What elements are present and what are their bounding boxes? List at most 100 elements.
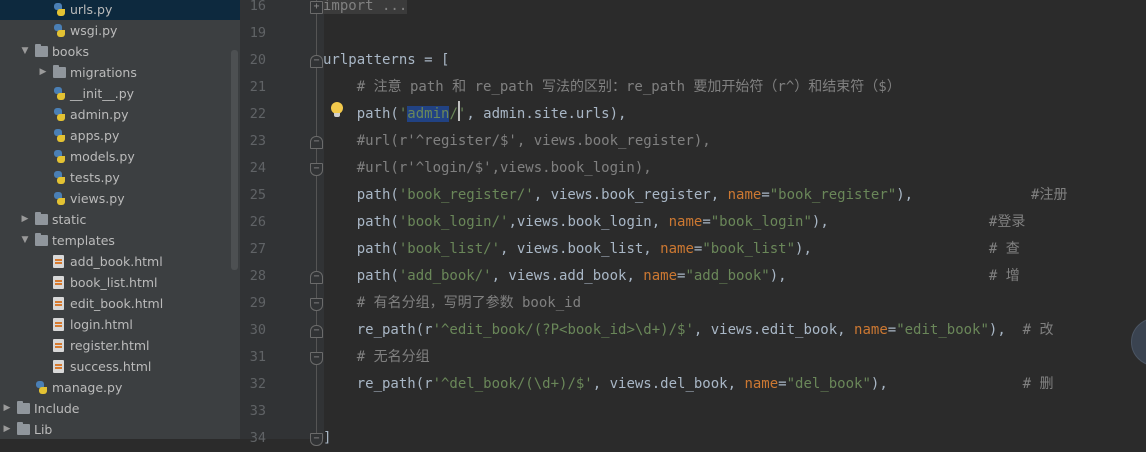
- folder-icon: [35, 212, 48, 225]
- tree-item-models-py[interactable]: models.py: [0, 146, 240, 167]
- code-token-plain: re_path(r: [323, 322, 433, 338]
- code-line[interactable]: path('book_register/', views.book_regist…: [323, 182, 1068, 209]
- floating-assistant-button[interactable]: [1131, 318, 1146, 366]
- line-number: 25: [249, 187, 266, 203]
- html-file-icon: [53, 255, 64, 268]
- code-token-str: "add_book": [685, 268, 770, 284]
- code-line[interactable]: import ...: [323, 0, 408, 20]
- code-token-comment: # 查: [988, 241, 1020, 257]
- tree-item-success-html[interactable]: success.html: [0, 356, 240, 377]
- code-token-kw: name: [744, 376, 779, 392]
- chevron-down-icon[interactable]: ▼: [20, 41, 30, 62]
- code-token-plain: =: [887, 322, 897, 338]
- tree-item-templates[interactable]: ▼ templates: [0, 230, 240, 251]
- code-token-comment: # 改: [1022, 322, 1054, 338]
- code-line[interactable]: path('admin/', admin.site.urls),: [323, 101, 626, 128]
- tree-item-manage-py[interactable]: manage.py: [0, 377, 240, 398]
- code-token-plain: =: [778, 376, 787, 392]
- line-number: 16: [249, 0, 266, 14]
- line-number: 32: [249, 376, 266, 392]
- line-number: 29: [249, 295, 266, 311]
- tree-item-books[interactable]: ▼ books: [0, 41, 240, 62]
- python-file-icon: [53, 171, 66, 184]
- code-line[interactable]: #url(r'^register/$', views.book_register…: [323, 128, 711, 155]
- tree-item-label: tests.py: [70, 170, 120, 185]
- tree-item-wsgi-py[interactable]: wsgi.py: [0, 20, 240, 41]
- fold-marker-icon[interactable]: −: [310, 271, 323, 284]
- fold-marker-icon[interactable]: −: [310, 55, 323, 68]
- python-file-icon: [53, 87, 66, 100]
- tree-item-login-html[interactable]: login.html: [0, 314, 240, 335]
- code-token-kw: name: [643, 268, 678, 284]
- tree-item-admin-py[interactable]: admin.py: [0, 104, 240, 125]
- tree-item-label: urls.py: [70, 2, 113, 17]
- folder-icon: [35, 233, 48, 246]
- tree-item-label: register.html: [70, 338, 150, 353]
- tree-scrollbar[interactable]: [231, 50, 238, 270]
- code-line[interactable]: re_path(r'^del_book/(\d+)/$', views.del_…: [323, 371, 1054, 398]
- code-token-str: "book_list": [702, 241, 796, 257]
- code-token-kw: name: [668, 214, 703, 230]
- tree-item-label: Lib: [34, 422, 53, 437]
- python-file-icon: [53, 24, 66, 37]
- chevron-right-icon[interactable]: ▶: [38, 62, 48, 83]
- code-line[interactable]: re_path(r'^edit_book/(?P<book_id>\d+)/$'…: [323, 317, 1054, 344]
- code-line[interactable]: #url(r'^login/$',views.book_login),: [323, 155, 652, 182]
- code-token-str: 'book_login/': [398, 214, 509, 230]
- tree-item-migrations[interactable]: ▶ migrations: [0, 62, 240, 83]
- chevron-right-icon[interactable]: ▶: [2, 419, 12, 439]
- fold-marker-icon[interactable]: −: [310, 352, 323, 365]
- tree-item-label: templates: [52, 233, 115, 248]
- fold-marker-icon[interactable]: −: [310, 163, 323, 176]
- code-token-plain: ),: [795, 241, 989, 257]
- code-line[interactable]: # 有名分组，写明了参数 book_id: [323, 290, 581, 317]
- code-line[interactable]: # 无名分组: [323, 344, 430, 371]
- tree-item-label: __init__.py: [70, 86, 135, 101]
- code-token-plain: , views.book_list,: [500, 241, 661, 257]
- tree-item-static[interactable]: ▶ static: [0, 209, 240, 230]
- code-line[interactable]: path('book_list/', views.book_list, name…: [323, 236, 1020, 263]
- tree-item-label: book_list.html: [70, 275, 158, 290]
- tree-item-lib[interactable]: ▶ Lib: [0, 419, 240, 439]
- tree-item-include[interactable]: ▶ Include: [0, 398, 240, 419]
- code-line[interactable]: # 注意 path 和 re_path 写法的区别：re_path 要加开始符（…: [323, 74, 901, 101]
- tree-item-label: wsgi.py: [70, 23, 118, 38]
- code-token-plain: , admin.site.urls),: [466, 106, 627, 122]
- tree-item-tests-py[interactable]: tests.py: [0, 167, 240, 188]
- tree-item-urls-py[interactable]: urls.py: [0, 0, 240, 20]
- tree-item-label: models.py: [70, 149, 135, 164]
- tree-item-edit-book-html[interactable]: edit_book.html: [0, 293, 240, 314]
- tree-item-register-html[interactable]: register.html: [0, 335, 240, 356]
- code-line[interactable]: path('add_book/', views.add_book, name="…: [323, 263, 1020, 290]
- chevron-right-icon[interactable]: ▶: [2, 398, 12, 419]
- code-token-plain: , views.book_register,: [533, 187, 728, 203]
- folder-icon: [17, 422, 30, 435]
- code-token-plain: path(: [323, 106, 399, 122]
- fold-marker-icon[interactable]: −: [310, 136, 323, 149]
- python-file-icon: [53, 3, 66, 16]
- tree-item-label: views.py: [70, 191, 125, 206]
- code-token-comment: # 增: [988, 268, 1020, 284]
- tree-item-views-py[interactable]: views.py: [0, 188, 240, 209]
- tree-item-apps-py[interactable]: apps.py: [0, 125, 240, 146]
- fold-marker-icon[interactable]: −: [310, 433, 323, 446]
- code-line[interactable]: path('book_login/',views.book_login, nam…: [323, 209, 1026, 236]
- fold-marker-icon[interactable]: −: [310, 325, 323, 338]
- project-tree: urls.py wsgi.py ▼ books ▶ migrations __init__.…: [0, 0, 240, 439]
- code-token-str: 'add_book/': [398, 268, 492, 284]
- code-token-comment: # 删: [1022, 376, 1054, 392]
- fold-marker-icon[interactable]: +: [310, 1, 323, 14]
- line-number: 31: [249, 349, 266, 365]
- tree-item-book-list-html[interactable]: book_list.html: [0, 272, 240, 293]
- chevron-right-icon[interactable]: ▶: [20, 209, 30, 230]
- code-line[interactable]: urlpatterns = [: [323, 47, 449, 74]
- python-file-icon: [53, 150, 66, 163]
- tree-item--init-py[interactable]: __init__.py: [0, 83, 240, 104]
- tree-item-add-book-html[interactable]: add_book.html: [0, 251, 240, 272]
- line-number: 19: [249, 25, 266, 41]
- fold-marker-icon[interactable]: −: [310, 298, 323, 311]
- code-token-str: "book_login": [710, 214, 812, 230]
- chevron-down-icon[interactable]: ▼: [20, 230, 30, 251]
- line-number: 23: [249, 133, 266, 149]
- tree-item-label: static: [52, 212, 87, 227]
